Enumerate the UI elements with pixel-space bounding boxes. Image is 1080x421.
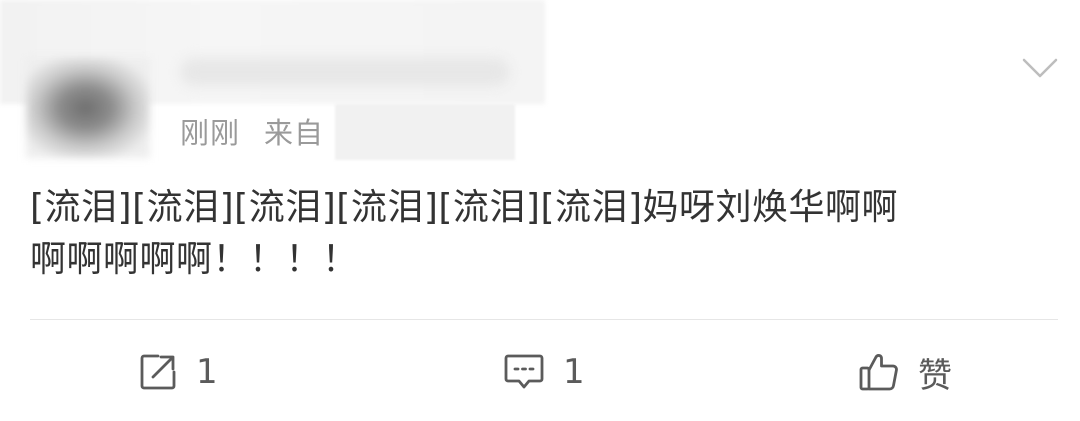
divider <box>30 319 1058 320</box>
share-icon <box>138 352 178 392</box>
repost-button[interactable]: 1 <box>138 350 218 394</box>
redacted-source <box>335 104 515 160</box>
comment-count: 1 <box>563 352 585 392</box>
comment-button[interactable]: 1 <box>503 350 585 394</box>
post-content: [流泪][流泪][流泪][流泪][流泪][流泪]妈呀刘焕华啊啊 啊啊啊啊啊！！！… <box>30 182 1055 286</box>
post-content-line-1: [流泪][流泪][流泪][流泪][流泪][流泪]妈呀刘焕华啊啊 <box>30 187 899 228</box>
like-button[interactable]: 赞 <box>858 350 952 396</box>
repost-count: 1 <box>196 352 218 392</box>
post-time: 刚刚 <box>180 116 241 150</box>
thumbs-up-icon <box>858 351 900 393</box>
avatar[interactable] <box>26 58 150 158</box>
action-bar: 1 1 赞 <box>0 340 1080 406</box>
weibo-post-card: 刚刚 来自 [流泪][流泪][流泪][流泪][流泪][流泪]妈呀刘焕华啊啊 啊啊啊… <box>0 0 1080 421</box>
comment-icon <box>503 352 545 392</box>
post-meta: 刚刚 来自 <box>180 110 348 152</box>
like-label: 赞 <box>918 355 952 396</box>
chevron-down-icon[interactable] <box>1022 56 1058 80</box>
source-prefix: 来自 <box>264 116 325 150</box>
redacted-username[interactable] <box>180 58 510 86</box>
post-content-line-2: 啊啊啊啊啊！！！！ <box>30 239 359 280</box>
